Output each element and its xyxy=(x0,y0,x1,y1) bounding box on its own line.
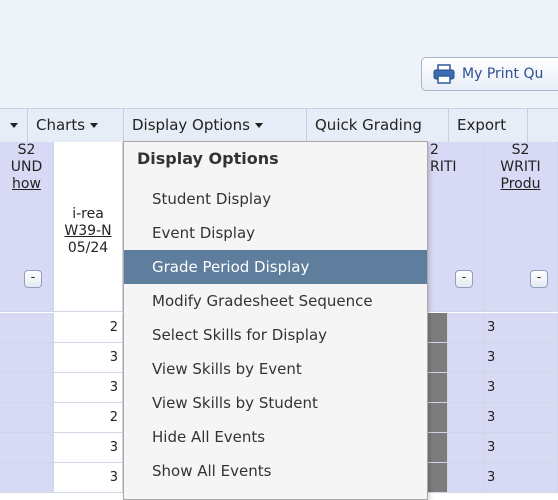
grade-cell[interactable]: 3 xyxy=(484,373,558,403)
menu-item-hide-all-events[interactable]: Hide All Events xyxy=(124,420,427,454)
grade-cell[interactable]: 3 xyxy=(484,463,558,493)
grade-cell[interactable] xyxy=(428,463,448,493)
header-line: 05/24 xyxy=(67,240,109,256)
menu-item-export[interactable]: Export xyxy=(449,109,528,142)
column-header-i-rea: i-rea W39-N 05/24 xyxy=(54,142,123,312)
grade-cell[interactable]: 3 xyxy=(54,373,123,403)
print-button-label: My Print Qu xyxy=(462,66,544,82)
menu-item-charts[interactable]: Charts xyxy=(28,109,124,142)
minus-icon: - xyxy=(461,270,467,285)
my-print-queue-button[interactable]: My Print Qu xyxy=(421,57,558,91)
grade-cell[interactable]: 3 xyxy=(484,433,558,463)
collapse-button[interactable]: - xyxy=(455,270,473,288)
grade-cell[interactable] xyxy=(448,343,484,373)
chevron-down-icon xyxy=(254,123,263,128)
header-link[interactable]: how xyxy=(0,176,53,193)
header-line: UND xyxy=(10,159,43,175)
menu-item-view-skills-by-event[interactable]: View Skills by Event xyxy=(124,352,427,386)
grade-cell[interactable]: 2 xyxy=(54,403,123,433)
menu-item-label: Export xyxy=(457,116,507,134)
grade-cell[interactable]: 3 xyxy=(54,463,123,493)
grade-cell[interactable] xyxy=(448,313,484,343)
menu-item-label: Charts xyxy=(36,116,86,134)
menu-item-show-all-events[interactable]: Show All Events xyxy=(124,454,427,488)
printer-icon xyxy=(433,64,455,84)
top-area xyxy=(0,0,558,109)
header-line: RITI xyxy=(430,159,457,175)
header-line: WRITI xyxy=(500,159,541,175)
header-line: S2 xyxy=(511,142,530,158)
menu-item-event-display[interactable]: Event Display xyxy=(124,216,427,250)
grade-cell[interactable] xyxy=(0,343,54,373)
grade-cell[interactable] xyxy=(428,313,448,343)
grade-cell[interactable] xyxy=(448,463,484,493)
menu-item-modify-gradesheet-sequence[interactable]: Modify Gradesheet Sequence xyxy=(124,284,427,318)
header-line: i-rea xyxy=(72,206,104,222)
minus-icon: - xyxy=(536,270,542,285)
menu-item-view-skills-by-student[interactable]: View Skills by Student xyxy=(124,386,427,420)
grade-cell[interactable] xyxy=(448,433,484,463)
menu-item-student-display[interactable]: Student Display xyxy=(124,182,427,216)
menu-item-display-options[interactable]: Display Options xyxy=(124,109,307,142)
grade-cell[interactable]: 3 xyxy=(484,313,558,343)
menu-item-label: Quick Grading xyxy=(315,116,422,134)
grade-cell[interactable] xyxy=(428,433,448,463)
grade-cell[interactable] xyxy=(448,403,484,433)
grade-cell[interactable]: 3 xyxy=(54,433,123,463)
collapse-button[interactable]: - xyxy=(530,270,548,288)
header-line: S2 xyxy=(17,142,36,158)
menu-item-grade-period-display[interactable]: Grade Period Display xyxy=(124,250,427,284)
chevron-down-icon xyxy=(90,123,99,128)
chevron-down-icon xyxy=(10,123,18,128)
grade-cell[interactable] xyxy=(448,373,484,403)
grade-cell[interactable] xyxy=(428,373,448,403)
grade-cell[interactable] xyxy=(0,433,54,463)
minus-icon: - xyxy=(30,270,36,285)
header-link[interactable]: W39-N xyxy=(54,223,122,240)
grade-cell[interactable]: 3 xyxy=(54,343,123,373)
grade-cell[interactable]: 3 xyxy=(484,343,558,373)
header-link[interactable]: Produ xyxy=(484,176,557,193)
grade-cell[interactable] xyxy=(0,403,54,433)
grade-cell[interactable] xyxy=(0,313,54,343)
grade-cell[interactable] xyxy=(0,463,54,493)
grade-cell[interactable] xyxy=(0,373,54,403)
grade-cell[interactable]: 3 xyxy=(484,403,558,433)
menubar: Charts Display Options Quick Grading Exp… xyxy=(0,108,558,143)
grade-cell[interactable]: 2 xyxy=(54,313,123,343)
menu-item-quick-grading[interactable]: Quick Grading xyxy=(307,109,449,142)
grade-cell[interactable] xyxy=(428,343,448,373)
menu-item-previous-caret[interactable] xyxy=(0,109,28,142)
collapse-button[interactable]: - xyxy=(24,270,42,288)
display-options-dropdown: Display Options Student Display Event Di… xyxy=(123,141,428,500)
menu-item-select-skills-for-display[interactable]: Select Skills for Display xyxy=(124,318,427,352)
header-line: 2 xyxy=(430,142,439,158)
menu-item-label: Display Options xyxy=(132,116,250,134)
grade-cell[interactable] xyxy=(428,403,448,433)
dropdown-title: Display Options xyxy=(137,149,279,168)
